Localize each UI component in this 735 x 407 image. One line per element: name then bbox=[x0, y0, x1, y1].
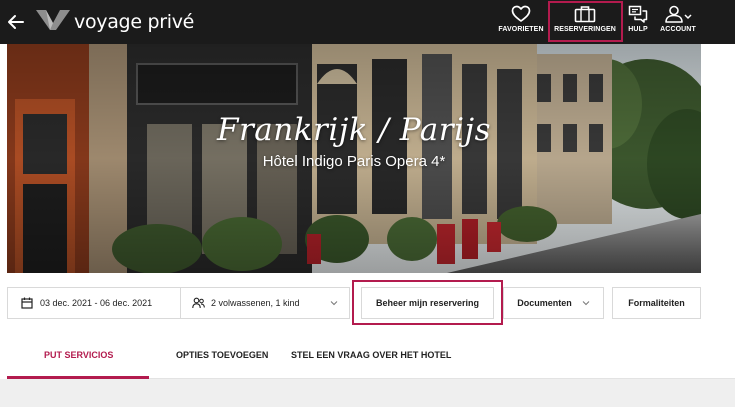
nav-account-label: ACCOUNT bbox=[660, 26, 696, 33]
reservations-highlight-box bbox=[548, 1, 623, 42]
formalities-button[interactable]: Formaliteiten bbox=[612, 287, 701, 319]
chevron-down-icon bbox=[582, 300, 590, 306]
hero-banner: Frankrijk / Parijs Hôtel Indigo Paris Op… bbox=[7, 44, 701, 273]
documents-dropdown-button[interactable]: Documenten bbox=[503, 287, 604, 319]
content-area bbox=[0, 379, 735, 407]
hero-title: Frankrijk / Parijs bbox=[216, 112, 492, 148]
back-arrow-icon[interactable] bbox=[6, 12, 26, 32]
hero-subtitle: Hôtel Indigo Paris Opera 4* bbox=[262, 153, 446, 170]
tab-stel-een-vraag[interactable]: STEL EEN VRAAG OVER HET HOTEL bbox=[291, 350, 451, 360]
booking-guests-text: 2 volwassenen, 1 kind bbox=[211, 298, 300, 308]
nav-favorites-label: FAVORIETEN bbox=[498, 26, 544, 33]
nav-help[interactable]: HULP bbox=[624, 5, 652, 41]
booking-dates-text: 03 dec. 2021 - 06 dec. 2021 bbox=[40, 298, 153, 308]
nav-account[interactable]: ACCOUNT bbox=[656, 5, 700, 41]
top-navigation-bar: voyage privé FAVORIETEN RESERVERINGEN HU… bbox=[0, 0, 735, 44]
logo-text: voyage privé bbox=[74, 11, 195, 33]
guests-icon bbox=[192, 297, 205, 309]
chevron-down-icon bbox=[330, 300, 338, 306]
user-icon bbox=[663, 5, 693, 23]
logo-mark-icon bbox=[36, 9, 70, 36]
voyage-prive-logo[interactable]: voyage privé bbox=[36, 9, 194, 35]
booking-dates-field[interactable]: 03 dec. 2021 - 06 dec. 2021 bbox=[7, 287, 181, 319]
help-chat-icon bbox=[628, 5, 648, 23]
nav-help-label: HULP bbox=[628, 26, 648, 33]
nav-favorites[interactable]: FAVORIETEN bbox=[498, 5, 544, 41]
tab-opties-toevoegen[interactable]: OPTIES TOEVOEGEN bbox=[176, 350, 268, 360]
booking-guests-select[interactable]: 2 volwassenen, 1 kind bbox=[180, 287, 350, 319]
manage-reservation-button[interactable]: Beheer mijn reservering bbox=[361, 287, 494, 319]
heart-icon bbox=[511, 5, 531, 23]
documents-label: Documenten bbox=[517, 298, 572, 308]
calendar-icon bbox=[21, 297, 33, 309]
tab-put-servicios[interactable]: PUT SERVICIOS bbox=[44, 350, 113, 360]
